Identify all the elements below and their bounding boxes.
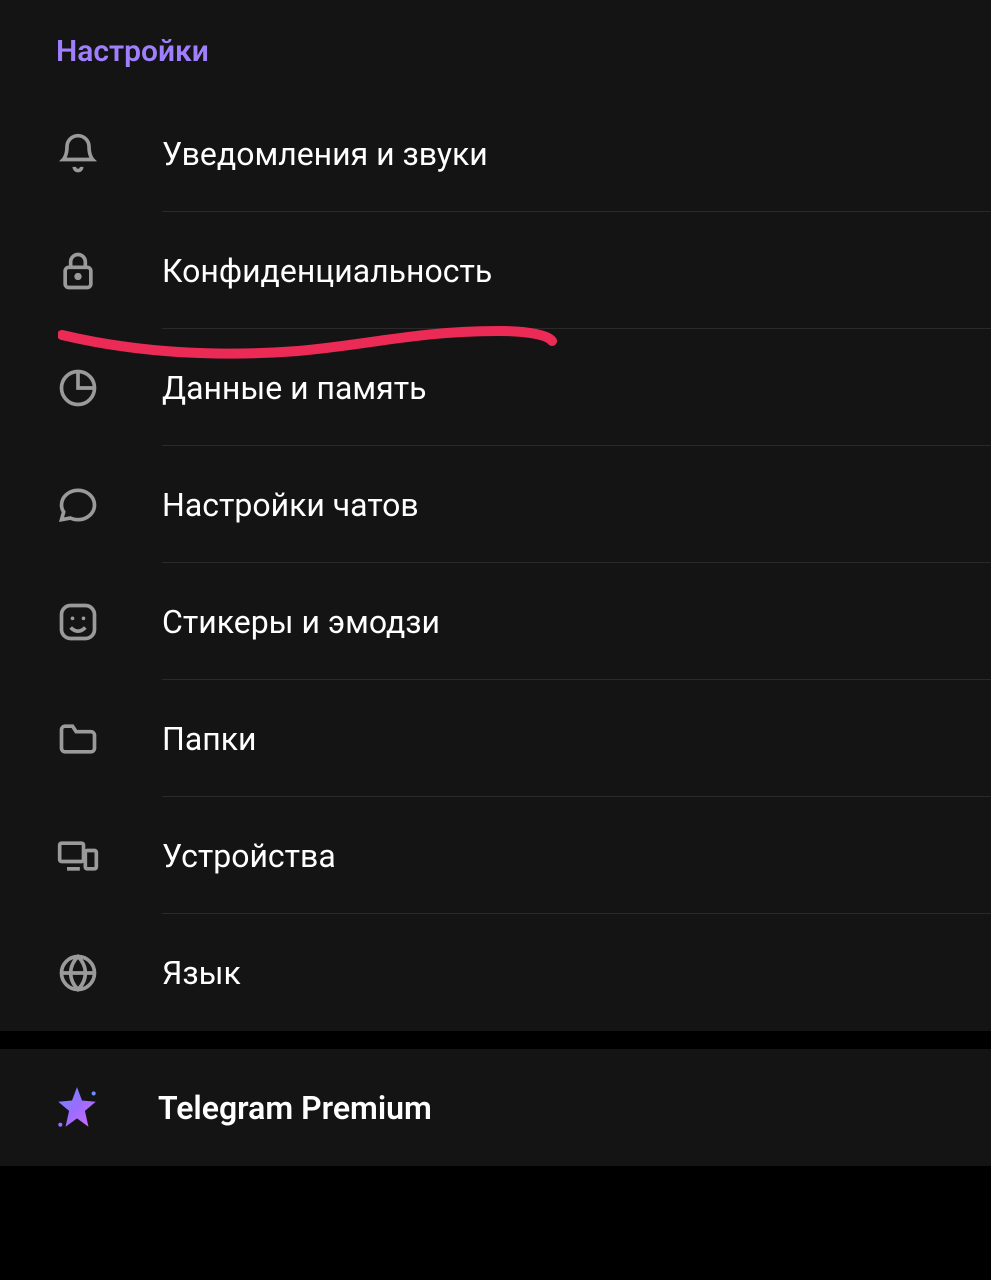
- lock-icon: [56, 249, 162, 293]
- settings-page: Настройки Уведомления и звуки Конфиденци…: [0, 0, 991, 1280]
- settings-item-label: Стикеры и эмодзи: [162, 603, 440, 641]
- settings-item-devices[interactable]: Устройства: [0, 797, 991, 914]
- premium-label: Telegram Premium: [158, 1089, 432, 1127]
- settings-item-notifications[interactable]: Уведомления и звуки: [0, 95, 991, 212]
- settings-item-folders[interactable]: Папки: [0, 680, 991, 797]
- settings-item-label: Язык: [162, 954, 241, 992]
- folder-icon: [56, 717, 162, 761]
- section-spacer: [0, 1031, 991, 1049]
- premium-section: Telegram Premium: [0, 1049, 991, 1166]
- settings-item-data[interactable]: Данные и память: [0, 329, 991, 446]
- settings-item-stickers[interactable]: Стикеры и эмодзи: [0, 563, 991, 680]
- settings-item-label: Папки: [162, 720, 256, 758]
- settings-item-label: Устройства: [162, 837, 336, 875]
- star-icon: [52, 1083, 102, 1133]
- settings-item-chats[interactable]: Настройки чатов: [0, 446, 991, 563]
- chat-icon: [56, 483, 162, 527]
- settings-item-label: Конфиденциальность: [162, 252, 492, 290]
- globe-icon: [56, 951, 162, 995]
- settings-item-premium[interactable]: Telegram Premium: [0, 1049, 991, 1166]
- pie-icon: [56, 366, 162, 410]
- bell-icon: [56, 132, 162, 176]
- settings-section: Настройки Уведомления и звуки Конфиденци…: [0, 0, 991, 1031]
- settings-item-label: Данные и память: [162, 369, 426, 407]
- section-spacer: [0, 1166, 991, 1184]
- settings-item-language[interactable]: Язык: [0, 914, 991, 1031]
- settings-item-label: Уведомления и звуки: [162, 135, 488, 173]
- settings-item-label: Настройки чатов: [162, 486, 419, 524]
- devices-icon: [56, 834, 162, 878]
- sticker-icon: [56, 600, 162, 644]
- section-header-settings: Настройки: [0, 0, 991, 95]
- settings-item-privacy[interactable]: Конфиденциальность: [0, 212, 991, 329]
